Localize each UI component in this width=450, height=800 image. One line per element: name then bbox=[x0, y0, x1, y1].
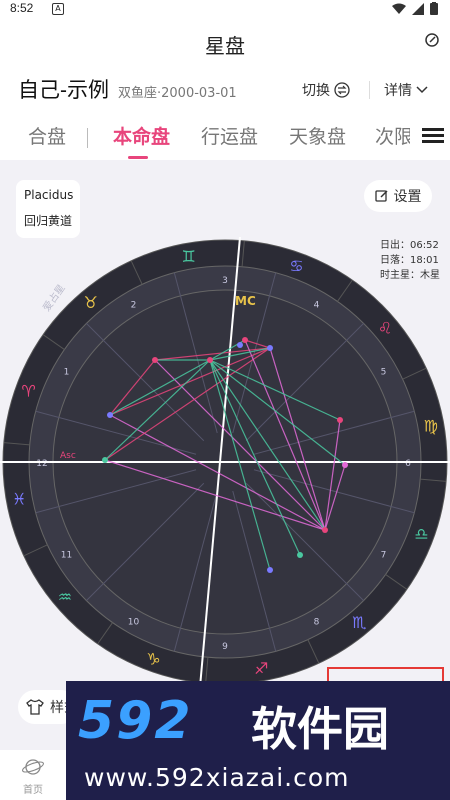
page-title: 星盘 bbox=[205, 36, 245, 58]
zodiac-type-label: 回归黄道 bbox=[24, 214, 73, 228]
natal-chart-wheel[interactable]: ♈♉♊ ♋♌♍♎♏♐♑♒♓123456789101112AscMC爱占星 bbox=[0, 230, 450, 690]
asc-label: Asc bbox=[60, 451, 76, 461]
edit-icon[interactable] bbox=[424, 32, 440, 48]
mc-label: MC bbox=[235, 294, 256, 308]
zodiac-sign-glyph: ♌ bbox=[378, 319, 392, 338]
chevron-down-icon bbox=[416, 86, 428, 94]
outer-brand-label: 爱占星 bbox=[40, 282, 68, 314]
house-number: 8 bbox=[314, 617, 320, 627]
zodiac-sign-glyph: ♎ bbox=[414, 524, 428, 543]
detail-label: 详情 bbox=[384, 83, 412, 99]
wifi-icon bbox=[392, 3, 406, 14]
status-time: 8:52 bbox=[10, 1, 34, 15]
house-number: 3 bbox=[222, 276, 228, 286]
tab-sky[interactable]: 天象盘 bbox=[289, 122, 346, 149]
zodiac-sign-glyph: ♋ bbox=[289, 257, 303, 276]
divider bbox=[369, 81, 370, 99]
menu-button[interactable] bbox=[410, 118, 450, 158]
settings-label: 设置 bbox=[393, 189, 422, 205]
zodiac-sign-glyph: ♍ bbox=[424, 417, 438, 436]
zodiac-sign-glyph: ♊ bbox=[182, 247, 196, 266]
house-number: 10 bbox=[128, 617, 140, 627]
zodiac-sign-glyph: ♈ bbox=[21, 382, 35, 401]
zodiac-sign-glyph: ♒ bbox=[58, 587, 72, 606]
planet-dot bbox=[337, 417, 343, 423]
zodiac-sign-glyph: ♏ bbox=[352, 613, 366, 632]
house-number: 2 bbox=[131, 301, 137, 311]
shirt-icon bbox=[26, 699, 44, 715]
nav-home-label: 首页 bbox=[23, 785, 43, 796]
tab-separator bbox=[87, 128, 88, 148]
house-number: 11 bbox=[61, 551, 72, 561]
planet-dot bbox=[237, 342, 243, 348]
tab-natal[interactable]: 本命盘 bbox=[113, 122, 170, 149]
battery-icon bbox=[430, 2, 438, 15]
planet-dot bbox=[342, 462, 348, 468]
planet-dot bbox=[107, 412, 113, 418]
house-number: 1 bbox=[64, 368, 70, 378]
watermark: 592 软件园 www.592xiazai.com bbox=[66, 681, 450, 800]
switch-label: 切换 bbox=[302, 83, 330, 99]
signal-icon bbox=[412, 2, 424, 15]
zodiac-sign-glyph: ♑ bbox=[146, 649, 160, 668]
house-number: 9 bbox=[222, 642, 228, 652]
switch-icon bbox=[334, 82, 350, 98]
planet-dot bbox=[152, 357, 158, 363]
detail-button[interactable]: 详情 bbox=[384, 80, 428, 100]
planet-dot bbox=[102, 457, 108, 463]
tab-transit[interactable]: 行运盘 bbox=[201, 122, 258, 149]
settings-button[interactable]: 设置 bbox=[364, 180, 432, 212]
planet-dot bbox=[267, 567, 273, 573]
status-bar: 8:52 A bbox=[0, 0, 450, 18]
watermark-brand: 软件园 bbox=[251, 702, 389, 756]
planet-dot bbox=[267, 345, 273, 351]
zodiac-sign-glyph: ♉ bbox=[83, 293, 97, 312]
switch-button[interactable]: 切换 bbox=[302, 80, 350, 100]
tab-active-indicator bbox=[128, 156, 148, 159]
title-bar: 星盘 bbox=[0, 22, 450, 62]
house-number: 7 bbox=[381, 551, 387, 561]
home-planet-icon bbox=[22, 759, 44, 775]
planet-dot bbox=[242, 337, 248, 343]
system-icons bbox=[392, 2, 438, 15]
menu-icon bbox=[422, 128, 444, 143]
bottom-nav: 首页 bbox=[0, 750, 66, 800]
profile-row: 自己-示例 双鱼座·2000-03-01 切换 详情 bbox=[0, 72, 450, 108]
house-number: 12 bbox=[36, 459, 47, 469]
settings-edit-icon bbox=[374, 190, 388, 202]
house-system-label: Placidus bbox=[24, 188, 74, 202]
watermark-domain: www.592xiazai.com bbox=[84, 763, 350, 792]
zodiac-sign-glyph: ♓ bbox=[12, 489, 26, 508]
zodiac-sign-glyph: ♐ bbox=[254, 659, 268, 678]
profile-name: 自己-示例 bbox=[18, 79, 109, 102]
chart-tabs: 合盘 本命盘 行运盘 天象盘 次限盘 bbox=[0, 118, 450, 160]
notification-icon: A bbox=[52, 3, 64, 15]
planet-dot bbox=[297, 552, 303, 558]
watermark-logo: 592 bbox=[78, 691, 193, 751]
house-number: 4 bbox=[314, 301, 320, 311]
house-number: 6 bbox=[405, 459, 411, 469]
planet-dot bbox=[207, 357, 213, 363]
planet-dot bbox=[322, 527, 328, 533]
tab-synastry[interactable]: 合盘 bbox=[28, 122, 66, 149]
house-number: 5 bbox=[381, 368, 387, 378]
profile-subtitle: 双鱼座·2000-03-01 bbox=[118, 86, 237, 101]
nav-home[interactable]: 首页 bbox=[20, 756, 46, 796]
